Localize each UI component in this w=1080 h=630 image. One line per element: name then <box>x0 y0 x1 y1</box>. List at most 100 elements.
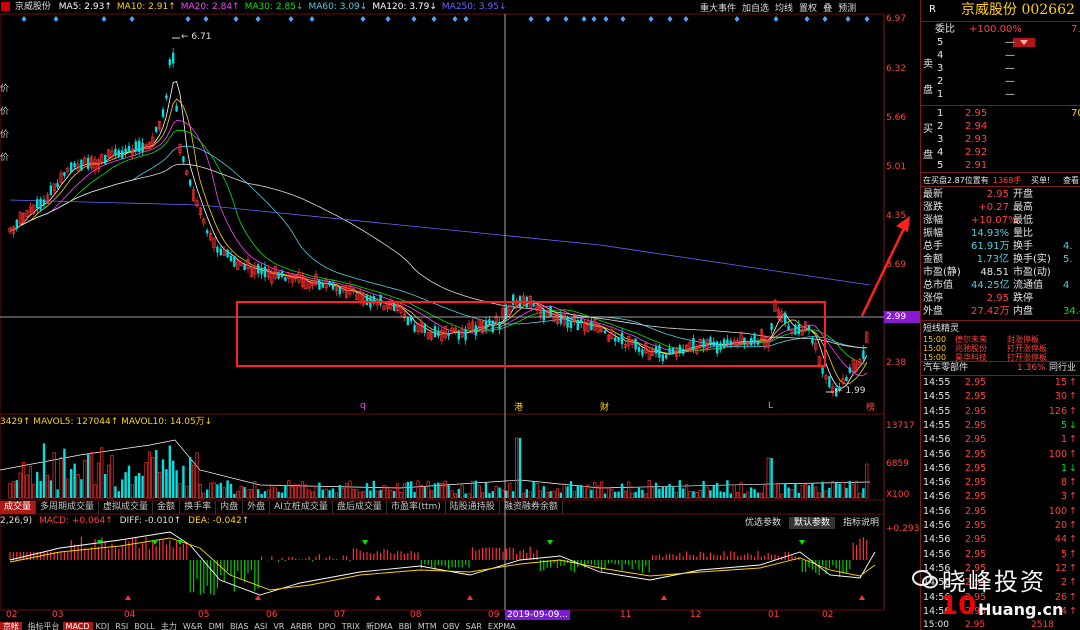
indicator-tab[interactable]: 换手率 <box>180 501 217 514</box>
event-diamond-icon[interactable] <box>129 16 135 22</box>
kline-chart-area[interactable]: 京威股份 MA5: 2.93↑ MA10: 2.91↑ MA20: 2.84↑ MA3… <box>0 0 922 630</box>
chart-canvas[interactable] <box>0 0 920 630</box>
event-diamond-icon[interactable] <box>431 16 437 22</box>
buy-level-row[interactable]: 5 2.91 <box>921 159 1080 172</box>
volume-bar <box>175 470 178 498</box>
event-marker-q[interactable]: q <box>360 401 366 411</box>
event-diamond-icon[interactable] <box>288 16 294 22</box>
event-diamond-icon[interactable] <box>101 16 107 22</box>
event-marker-l[interactable]: L <box>768 401 773 411</box>
sell-level-row[interactable]: 4— <box>921 49 1080 62</box>
bottom-tab[interactable]: 指标平台 <box>25 622 63 630</box>
event-diamond-icon[interactable] <box>773 16 779 22</box>
bottom-tab[interactable]: BIAS <box>227 622 251 630</box>
event-diamond-icon[interactable] <box>203 16 209 22</box>
event-diamond-icon[interactable] <box>309 16 315 22</box>
event-diamond-icon[interactable] <box>385 16 391 22</box>
event-diamond-icon[interactable] <box>255 16 261 22</box>
event-diamond-icon[interactable] <box>21 16 27 22</box>
macd-param-button[interactable]: 优选参数 <box>740 517 786 529</box>
bottom-tab[interactable]: BOLL <box>131 622 158 630</box>
indicator-tab[interactable]: 内盘 <box>216 501 244 514</box>
event-diamond-icon[interactable] <box>804 16 810 22</box>
indicator-tab[interactable]: AI立桩成交量 <box>270 501 333 514</box>
sell-level-row[interactable]: 5— <box>921 36 1080 49</box>
bottom-tab[interactable]: MACD <box>62 622 93 630</box>
bottom-tab[interactable]: ARBR <box>287 622 315 630</box>
buy-level-row[interactable]: 4 2.92 <box>921 146 1080 159</box>
buy-level-row[interactable]: 1 2.95 70 <box>921 107 1080 120</box>
indicator-tab[interactable]: 陆股通持股 <box>446 501 500 514</box>
toolbar-button[interactable]: 均线 <box>775 4 793 14</box>
bottom-tab[interactable]: RSI <box>112 622 131 630</box>
bottom-tab[interactable]: TRIX <box>339 622 363 630</box>
indicator-tab[interactable]: 金额 <box>153 501 181 514</box>
event-diamond-icon[interactable] <box>463 16 469 22</box>
event-diamond-icon[interactable] <box>545 16 551 22</box>
event-diamond-icon[interactable] <box>563 16 569 22</box>
r-badge[interactable]: R <box>929 0 936 20</box>
bottom-tab[interactable]: MTM <box>415 622 440 630</box>
event-marker-finance[interactable]: 财 <box>600 400 609 413</box>
event-diamond-icon[interactable] <box>185 16 191 22</box>
chart-tab-icon[interactable] <box>1 2 10 11</box>
event-diamond-icon[interactable] <box>620 16 626 22</box>
bottom-tab[interactable]: DMI <box>206 622 227 630</box>
sector-row[interactable]: 汽车零部件 1.36% 同行业 <box>921 362 1080 375</box>
toolbar-button[interactable]: 置权 <box>799 4 817 14</box>
bottom-tab[interactable]: DPO <box>315 622 338 630</box>
stat-row: 最新 2.95 开盘 <box>921 188 1080 201</box>
event-diamond-icon[interactable] <box>233 16 239 22</box>
indicator-tab[interactable]: 多周期成交量 <box>36 501 100 514</box>
event-diamond-icon[interactable] <box>683 16 689 22</box>
indicator-tab[interactable]: 融资融券余额 <box>500 501 563 514</box>
event-diamond-icon[interactable] <box>822 16 828 22</box>
bottom-tab[interactable]: W&R <box>180 622 206 630</box>
event-diamond-icon[interactable] <box>603 16 609 22</box>
bottom-tab[interactable]: VR <box>270 622 287 630</box>
buy-level-row[interactable]: 3 2.93 <box>921 133 1080 146</box>
toolbar-button[interactable]: 加自选 <box>742 4 769 14</box>
elves-item[interactable]: 15:00 兆驰股份 打开涨停板 <box>921 344 1080 353</box>
macd-param-button[interactable]: 默认参数 <box>789 517 836 529</box>
indicator-tab[interactable]: 外盘 <box>243 501 271 514</box>
bottom-tab[interactable]: EXPMA <box>485 622 519 630</box>
event-diamond-icon[interactable] <box>648 16 654 22</box>
bottom-tab[interactable]: SAR <box>463 622 485 630</box>
toolbar-button[interactable]: 叠 <box>823 4 832 14</box>
event-diamond-icon[interactable] <box>452 16 458 22</box>
bottom-tab[interactable]: KDJ <box>93 622 113 630</box>
indicator-tab[interactable]: 盘后成交量 <box>333 501 387 514</box>
elves-item[interactable]: 15:00 德尔未来 封涨停板 <box>921 335 1080 344</box>
buy-level-row[interactable]: 2 2.94 <box>921 120 1080 133</box>
bottom-tab[interactable]: 主力 <box>158 622 180 630</box>
event-diamond-icon[interactable] <box>581 16 587 22</box>
event-diamond-icon[interactable] <box>667 16 673 22</box>
event-diamond-icon[interactable] <box>411 16 417 22</box>
event-diamond-icon[interactable] <box>528 16 534 22</box>
event-marker-hk[interactable]: 港 <box>514 400 523 413</box>
macd-param-button[interactable]: 指标说明 <box>838 517 884 529</box>
event-diamond-icon[interactable] <box>734 16 740 22</box>
candle-body <box>491 320 494 333</box>
event-diamond-icon[interactable] <box>53 16 59 22</box>
toolbar-button[interactable]: 预测 <box>838 4 856 14</box>
bottom-tab[interactable]: ASI <box>251 622 270 630</box>
bottom-tab[interactable]: BBI <box>396 622 415 630</box>
sell-level-row[interactable]: 3— <box>921 62 1080 75</box>
event-diamond-icon[interactable] <box>845 16 851 22</box>
toolbar-button[interactable]: 重大事件 <box>700 4 736 14</box>
sell-level-row[interactable]: 2— <box>921 75 1080 88</box>
indicator-tab[interactable]: 成交量 <box>0 501 37 514</box>
event-diamond-icon[interactable] <box>360 16 366 22</box>
event-diamond-icon[interactable] <box>864 16 870 22</box>
bottom-tab[interactable]: 新DMA <box>363 622 396 630</box>
bottom-tab[interactable]: OBV <box>440 622 463 630</box>
candle-body <box>42 199 46 205</box>
indicator-tab[interactable]: 市盈率(ttm) <box>387 501 446 514</box>
indicator-tab[interactable]: 虚拟成交量 <box>99 501 154 514</box>
sell-level-row[interactable]: 1— <box>921 88 1080 101</box>
tick-row: 14:56 2.95 5 ↑ <box>921 548 1080 561</box>
event-diamond-icon[interactable] <box>591 16 597 22</box>
event-marker-rank[interactable]: 榜 <box>866 400 875 413</box>
